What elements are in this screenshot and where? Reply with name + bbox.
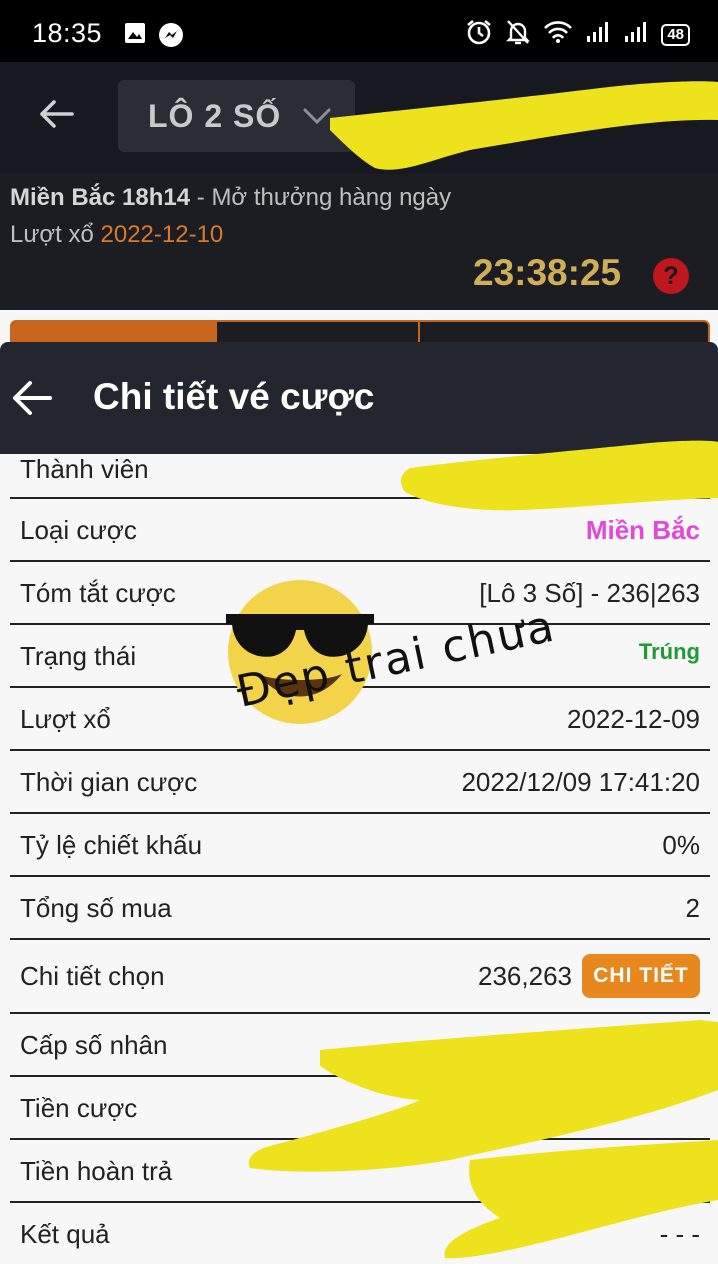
row-value: 2 bbox=[685, 893, 700, 923]
game-type-label: LÔ 2 SỐ bbox=[148, 98, 282, 134]
countdown-timer: 23:38:25 bbox=[473, 252, 622, 293]
detail-row-bet-time: Thời gian cược 2022/12/09 17:41:20 bbox=[10, 751, 710, 814]
draw-label: Lượt xổ bbox=[10, 221, 94, 248]
schedule-text: Mở thưởng hàng ngày bbox=[211, 184, 452, 211]
detail-button[interactable]: CHI TIẾT bbox=[582, 954, 700, 998]
detail-row-bet-type: Loại cược Miền Bắc bbox=[10, 499, 710, 562]
row-label: Lượt xổ bbox=[20, 704, 111, 734]
row-value: 236,263 bbox=[478, 961, 572, 991]
detail-row-result: Kết quả - - - bbox=[10, 1203, 710, 1264]
sheet-header: Chi tiết vé cược bbox=[0, 342, 718, 454]
signal-icon bbox=[623, 20, 649, 49]
row-label: Thành viên bbox=[20, 454, 149, 484]
draw-info-panel: Miền Bắc 18h14 - Mở thưởng hàng ngày Lượ… bbox=[0, 174, 718, 310]
row-label: Trạng thái bbox=[20, 641, 137, 671]
row-label: Loại cược bbox=[20, 515, 137, 545]
status-bar: 18:35 48 bbox=[0, 0, 718, 62]
separator: - bbox=[196, 184, 205, 211]
row-label: Tổng số mua bbox=[20, 893, 172, 923]
detail-row-rebate: Tiền hoàn trả bbox=[10, 1140, 710, 1203]
signal-icon bbox=[585, 20, 611, 49]
row-value: 2022/12/09 17:41:20 bbox=[461, 767, 700, 797]
draw-date: 2022-12-10 bbox=[100, 221, 224, 248]
back-arrow-icon[interactable] bbox=[10, 376, 54, 425]
app-header: LÔ 2 SỐ bbox=[0, 62, 718, 174]
mute-icon bbox=[505, 18, 531, 51]
bet-detail-list: Thành viên Loại cược Miền Bắc Tóm tắt cư… bbox=[10, 454, 710, 1264]
row-value: [Lô 3 Số] - 236|263 bbox=[479, 578, 700, 608]
row-label: Thời gian cược bbox=[20, 767, 198, 797]
region-name: Miền Bắc 18h14 bbox=[10, 184, 191, 211]
row-label: Cấp số nhân bbox=[20, 1030, 168, 1060]
wifi-icon bbox=[543, 20, 573, 49]
status-time: 18:35 bbox=[32, 18, 103, 48]
detail-row-total: Tổng số mua 2 bbox=[10, 877, 710, 940]
detail-row-discount: Tỷ lệ chiết khấu 0% bbox=[10, 814, 710, 877]
row-label: Tóm tắt cược bbox=[20, 578, 176, 608]
status-badge: Trúng bbox=[638, 639, 700, 664]
row-label: Kết quả bbox=[20, 1219, 110, 1249]
alarm-icon bbox=[465, 18, 493, 51]
chevron-down-icon bbox=[302, 106, 332, 131]
detail-row-multiplier: Cấp số nhân bbox=[10, 1014, 710, 1077]
back-arrow-icon[interactable] bbox=[36, 94, 76, 139]
help-icon[interactable]: ? bbox=[653, 258, 689, 294]
current-draw: Lượt xổ 2022-12-10 bbox=[10, 221, 223, 249]
status-icons: 48 bbox=[465, 18, 690, 51]
battery-icon: 48 bbox=[661, 23, 690, 46]
row-value: Miền Bắc bbox=[585, 515, 700, 545]
row-label: Tiền cược bbox=[20, 1093, 138, 1123]
detail-row-stake: Tiền cược bbox=[10, 1077, 710, 1140]
draw-schedule: Miền Bắc 18h14 - Mở thưởng hàng ngày bbox=[10, 184, 451, 212]
row-value: 0% bbox=[662, 830, 700, 860]
row-label: Tỷ lệ chiết khấu bbox=[20, 830, 203, 860]
image-icon bbox=[124, 22, 146, 49]
row-value: 2022-12-09 bbox=[567, 704, 700, 734]
messenger-icon bbox=[158, 22, 184, 53]
row-value: - - - bbox=[659, 1219, 700, 1249]
row-label: Tiền hoàn trả bbox=[20, 1156, 173, 1186]
row-label: Chi tiết chọn bbox=[20, 961, 165, 991]
game-type-selector[interactable]: LÔ 2 SỐ bbox=[118, 80, 355, 152]
page-title: Chi tiết vé cược bbox=[93, 376, 375, 417]
detail-row-selection: Chi tiết chọn 236,263 CHI TIẾT bbox=[10, 940, 710, 1014]
detail-row-member: Thành viên bbox=[10, 454, 710, 499]
